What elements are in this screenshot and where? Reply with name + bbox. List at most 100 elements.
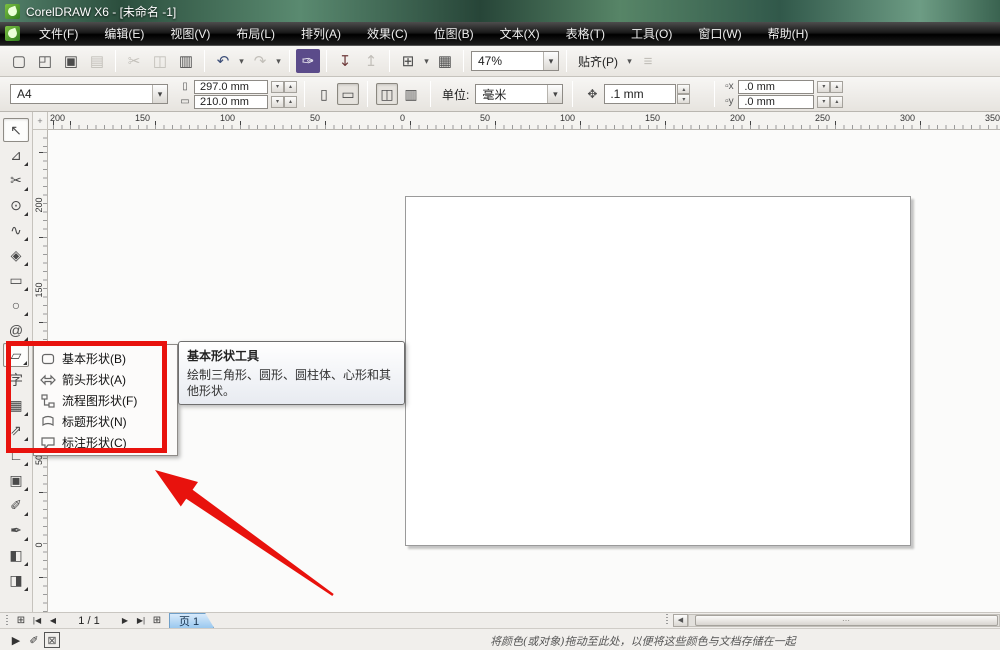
import-button[interactable]: ↧ (333, 49, 357, 73)
portrait-button[interactable]: ▯ (313, 83, 335, 105)
freehand-tool[interactable]: ∿ (3, 218, 29, 242)
units-combo[interactable]: 毫米 (475, 84, 563, 104)
menu-item-8[interactable]: 表格(T) (553, 22, 618, 46)
open-button[interactable]: ◰ (33, 49, 57, 73)
menu-item-callout-shapes[interactable]: 标注形状(C) (34, 432, 177, 453)
status-bar: ▶ ✐ ⊠ 将颜色(或对象)拖动至此处，以便将这些颜色与文档存储在一起 (0, 628, 1000, 650)
redo-button[interactable]: ↷ (248, 49, 272, 73)
search-content-button[interactable]: ✑ (296, 49, 320, 73)
nudge-spinner[interactable] (677, 84, 690, 104)
splitter-handle[interactable] (3, 615, 10, 627)
connector-tool[interactable]: ∟ (3, 443, 29, 467)
menu-item-3[interactable]: 布局(L) (223, 22, 288, 46)
shape-tool[interactable]: ⊿ (3, 143, 29, 167)
zoom-tool[interactable]: ⊙ (3, 193, 29, 217)
toolbar-separator (389, 50, 390, 72)
add-page-left-button[interactable]: ⊞ (13, 614, 29, 628)
dimension-tool[interactable]: ⇗ (3, 418, 29, 442)
menu-item-10[interactable]: 窗口(W) (685, 22, 754, 46)
flyout-corner-icon (24, 462, 28, 466)
add-page-right-button[interactable]: ⊞ (149, 614, 165, 628)
rectangle-tool[interactable]: ▭ (3, 268, 29, 292)
page-width-spinner[interactable] (271, 81, 297, 93)
scroll-track[interactable]: ⋯ (688, 614, 1000, 627)
landscape-button[interactable]: ▭ (337, 83, 359, 105)
tool-tooltip: 基本形状工具 绘制三角形、圆形、圆柱体、心形和其他形状。 (178, 341, 405, 405)
scroll-left-button[interactable]: ◀ (673, 614, 688, 627)
table-tool[interactable]: ▦ (3, 393, 29, 417)
last-page-button[interactable]: ▶| (133, 614, 149, 628)
zoom-dropdown-icon[interactable] (543, 52, 558, 70)
menu-item-9[interactable]: 工具(O) (618, 22, 685, 46)
interactive-fill-tool[interactable]: ◨ (3, 568, 29, 592)
menu-item-6[interactable]: 位图(B) (421, 22, 487, 46)
next-page-button[interactable]: ▶ (117, 614, 133, 628)
duplicate-y-spinner[interactable] (817, 96, 843, 108)
smart-fill-tool[interactable]: ◈ (3, 243, 29, 267)
polygon-tool[interactable]: @ (3, 318, 29, 342)
menu-item-banner-shapes[interactable]: 标题形状(N) (34, 411, 177, 432)
scroll-thumb[interactable]: ⋯ (695, 615, 998, 626)
menu-item-5[interactable]: 效果(C) (354, 22, 421, 46)
run-icon[interactable]: ▶ (8, 632, 24, 648)
duplicate-x-field[interactable]: .0 mm (738, 80, 814, 94)
page-preset-combo[interactable]: A4 (10, 84, 168, 104)
color-dock-hint: 将颜色(或对象)拖动至此处，以便将这些颜色与文档存储在一起 (490, 633, 796, 649)
text-tool[interactable]: 字 (3, 368, 29, 392)
snap-dropdown-icon[interactable] (624, 49, 635, 73)
menu-item-arrow-shapes[interactable]: 箭头形状(A) (34, 369, 177, 390)
menu-item-11[interactable]: 帮助(H) (755, 22, 822, 46)
page-width-field[interactable]: 297.0 mm (194, 80, 268, 94)
menu-item-0[interactable]: 文件(F) (26, 22, 91, 46)
first-page-button[interactable]: |◀ (29, 614, 45, 628)
menu-item-1[interactable]: 编辑(E) (91, 22, 157, 46)
app-launcher-button[interactable]: ⊞ (396, 49, 420, 73)
page-preset-dropdown-icon[interactable] (152, 85, 167, 103)
menu-item-basic-shapes[interactable]: 基本形状(B) (34, 348, 177, 369)
menu-item-flowchart-shapes[interactable]: 流程图形状(F) (34, 390, 177, 411)
scrollbar-splitter[interactable] (663, 614, 670, 626)
undo-button[interactable]: ↶ (211, 49, 235, 73)
menu-item-7[interactable]: 文本(X) (487, 22, 553, 46)
ellipse-tool[interactable]: ○ (3, 293, 29, 317)
page-tab[interactable]: 页 1 (169, 613, 214, 628)
menu-item-4[interactable]: 排列(A) (288, 22, 354, 46)
crop-tool[interactable]: ✂ (3, 168, 29, 192)
current-page-button[interactable]: ▥ (400, 83, 422, 105)
nudge-field[interactable]: .1 mm (604, 84, 676, 104)
duplicate-x-spinner[interactable] (817, 81, 843, 93)
outline-pen-tool[interactable]: ✒ (3, 518, 29, 542)
paste-button[interactable]: ▥ (174, 49, 198, 73)
eyedropper-icon[interactable]: ✐ (26, 632, 42, 648)
all-pages-button[interactable]: ◫ (376, 83, 398, 105)
page-canvas[interactable] (405, 196, 911, 546)
h-ruler-label: 300 (893, 113, 915, 123)
undo-dropdown-icon[interactable] (236, 49, 247, 73)
options-button[interactable]: ≡ (636, 49, 660, 73)
print-button[interactable]: ▤ (85, 49, 109, 73)
app-launcher-dropdown-icon[interactable] (421, 49, 432, 73)
export-button[interactable]: ↥ (359, 49, 383, 73)
cut-button[interactable]: ✂ (122, 49, 146, 73)
save-button[interactable]: ▣ (59, 49, 83, 73)
blend-tool[interactable]: ▣ (3, 468, 29, 492)
page-height-spinner[interactable] (271, 96, 297, 108)
horizontal-ruler[interactable]: 20015010050050100150200250300350 (48, 112, 1000, 130)
eyedropper-tool[interactable]: ✐ (3, 493, 29, 517)
no-fill-icon[interactable]: ⊠ (44, 632, 60, 648)
duplicate-y-field[interactable]: .0 mm (738, 95, 814, 109)
menu-item-2[interactable]: 视图(V) (157, 22, 223, 46)
pick-tool[interactable]: ↖ (3, 118, 29, 142)
fill-tool[interactable]: ◧ (3, 543, 29, 567)
h-ruler-label: 250 (808, 113, 830, 123)
redo-dropdown-icon[interactable] (273, 49, 284, 73)
basic-shapes-tool[interactable]: ▱ (3, 343, 29, 367)
page-height-field[interactable]: 210.0 mm (194, 95, 268, 109)
new-document-button[interactable]: ▢ (7, 49, 31, 73)
copy-button[interactable]: ◫ (148, 49, 172, 73)
previous-page-button[interactable]: ◀ (45, 614, 61, 628)
welcome-screen-button[interactable]: ▦ (433, 49, 457, 73)
zoom-level-combo[interactable]: 47% (471, 51, 559, 71)
units-dropdown-icon[interactable] (547, 85, 562, 103)
snap-to-button[interactable]: 贴齐(P) (572, 49, 624, 73)
